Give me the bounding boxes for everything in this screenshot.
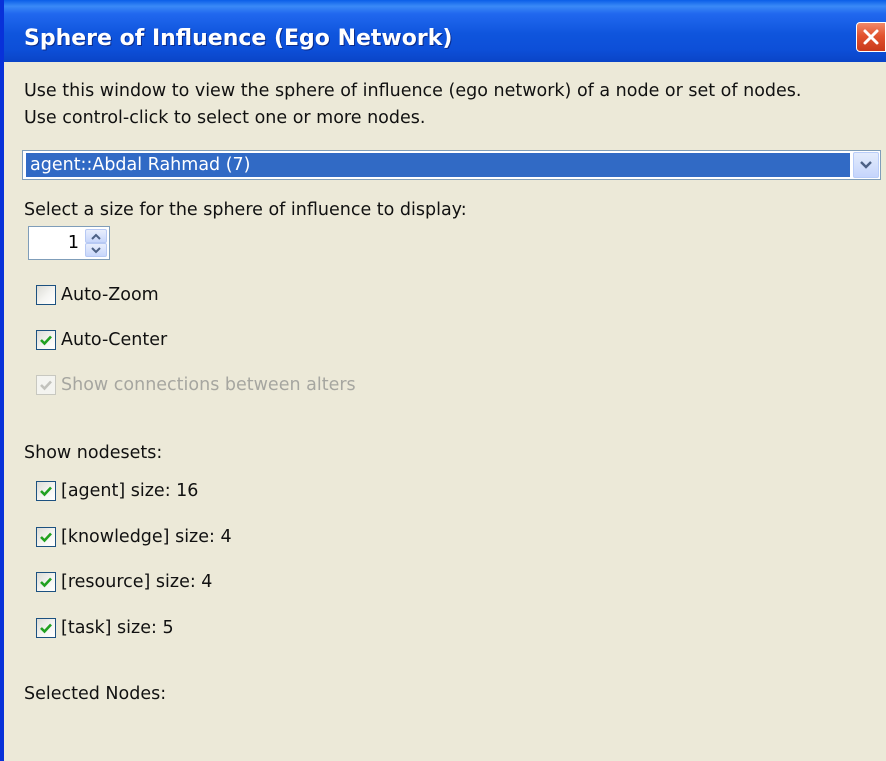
description-line-2: Use control-click to select one or more … xyxy=(24,108,426,128)
nodeset-agent-label: [agent] size: 16 xyxy=(61,481,199,501)
show-nodesets-label: Show nodesets: xyxy=(24,443,163,463)
node-select-value: agent::Abdal Rahmad (7) xyxy=(26,153,850,177)
show-connections-label: Show connections between alters xyxy=(61,375,356,395)
nodeset-resource-checkbox[interactable] xyxy=(36,572,56,592)
nodeset-agent-checkbox[interactable] xyxy=(36,481,56,501)
window-title: Sphere of Influence (Ego Network) xyxy=(24,26,453,51)
nodeset-task-checkbox[interactable] xyxy=(36,618,56,638)
sphere-size-value[interactable]: 1 xyxy=(29,227,83,259)
spin-down-button[interactable] xyxy=(85,243,107,257)
sphere-size-spinner[interactable]: 1 xyxy=(28,226,110,260)
nodeset-agent-option[interactable]: [agent] size: 16 xyxy=(36,478,198,504)
auto-center-option[interactable]: Auto-Center xyxy=(36,327,167,353)
sphere-size-label: Select a size for the sphere of influenc… xyxy=(24,200,467,220)
checkmark-icon xyxy=(40,486,52,497)
dropdown-arrow-button[interactable] xyxy=(853,152,879,178)
checkmark-icon xyxy=(40,532,52,543)
close-x-icon xyxy=(863,29,879,45)
title-bar[interactable]: Sphere of Influence (Ego Network) xyxy=(4,0,886,62)
description-line-1: Use this window to view the sphere of in… xyxy=(24,81,802,101)
nodeset-knowledge-checkbox[interactable] xyxy=(36,527,56,547)
auto-zoom-checkbox[interactable] xyxy=(36,285,56,305)
checkmark-icon xyxy=(40,577,52,588)
description: Use this window to view the sphere of in… xyxy=(24,78,801,132)
node-select-dropdown[interactable]: agent::Abdal Rahmad (7) xyxy=(22,150,881,180)
nodeset-resource-label: [resource] size: 4 xyxy=(61,572,213,592)
spinner-buttons xyxy=(85,229,107,257)
nodeset-resource-option[interactable]: [resource] size: 4 xyxy=(36,569,212,595)
nodeset-task-option[interactable]: [task] size: 5 xyxy=(36,615,174,641)
chevron-down-icon xyxy=(860,161,872,169)
checkmark-icon xyxy=(40,380,52,391)
nodeset-task-label: [task] size: 5 xyxy=(61,618,174,638)
nodeset-knowledge-label: [knowledge] size: 4 xyxy=(61,527,232,547)
sphere-of-influence-window: Sphere of Influence (Ego Network) Use th… xyxy=(0,0,886,761)
spin-down-icon xyxy=(91,246,101,253)
show-connections-checkbox xyxy=(36,375,56,395)
checkmark-icon xyxy=(40,335,52,346)
nodeset-knowledge-option[interactable]: [knowledge] size: 4 xyxy=(36,524,232,550)
checkmark-icon xyxy=(40,623,52,634)
auto-center-checkbox[interactable] xyxy=(36,330,56,350)
auto-center-label: Auto-Center xyxy=(61,330,168,350)
spin-up-button[interactable] xyxy=(85,229,107,243)
auto-zoom-label: Auto-Zoom xyxy=(61,285,159,305)
window-content: Use this window to view the sphere of in… xyxy=(4,62,886,761)
close-button[interactable] xyxy=(856,22,886,52)
spin-up-icon xyxy=(91,233,101,240)
selected-nodes-label: Selected Nodes: xyxy=(24,684,167,704)
show-connections-option: Show connections between alters xyxy=(36,372,356,398)
auto-zoom-option[interactable]: Auto-Zoom xyxy=(36,282,159,308)
